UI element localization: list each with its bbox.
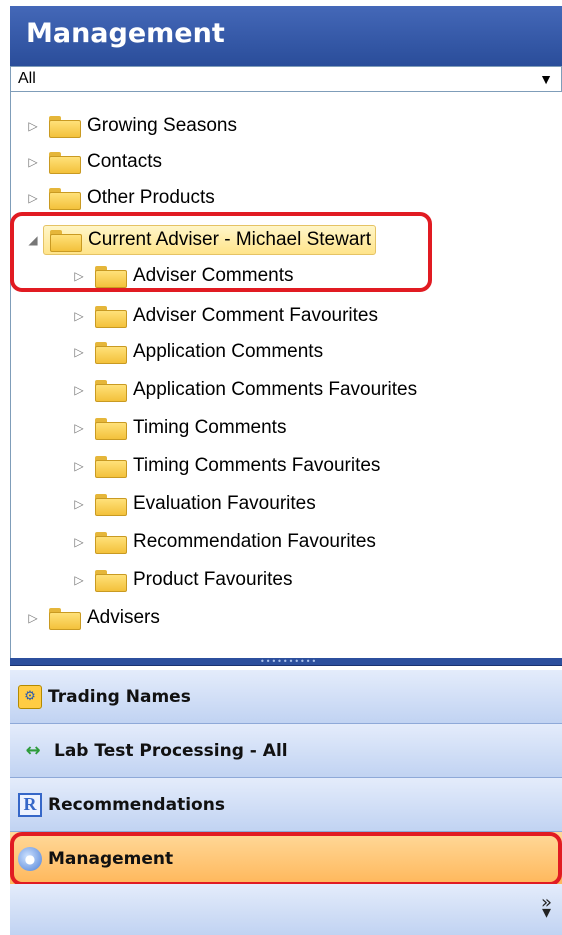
- management-tree: ▷ Growing Seasons ▷ Contacts ▷ Other Pro…: [10, 92, 562, 658]
- expand-icon[interactable]: ▷: [23, 116, 43, 136]
- tree-item-label: Current Adviser - Michael Stewart: [88, 229, 371, 250]
- chevron-down-icon[interactable]: ▼: [539, 67, 553, 91]
- nav-trading-names[interactable]: ⚙ Trading Names: [10, 670, 562, 724]
- expand-icon[interactable]: ▷: [69, 532, 89, 552]
- folder-icon: [49, 608, 81, 630]
- folder-icon: [95, 532, 127, 554]
- tree-item-evaluation-favourites[interactable]: ▷ Evaluation Favourites: [69, 486, 316, 522]
- tree-item-adviser-comments[interactable]: ▷ Adviser Comments: [69, 258, 294, 294]
- navigation-footer: » ▾: [10, 884, 562, 935]
- expand-icon[interactable]: ▷: [69, 342, 89, 362]
- folder-icon: [49, 152, 81, 174]
- panel-header-title: Management: [10, 6, 562, 66]
- expand-icon[interactable]: ▷: [23, 188, 43, 208]
- folder-icon: [95, 456, 127, 478]
- folder-icon: [95, 418, 127, 440]
- expand-icon[interactable]: ▷: [69, 494, 89, 514]
- nav-recommendations[interactable]: R Recommendations: [10, 778, 562, 832]
- folder-icon: [49, 116, 81, 138]
- tree-item-application-comments[interactable]: ▷ Application Comments: [69, 334, 323, 370]
- tree-item-label: Product Favourites: [133, 569, 293, 590]
- filter-value: All: [18, 70, 36, 87]
- tree-item-label: Adviser Comment Favourites: [133, 305, 378, 326]
- tree-item-label: Contacts: [87, 151, 162, 172]
- tree-item-timing-comments[interactable]: ▷ Timing Comments: [69, 410, 286, 446]
- nav-label: Recommendations: [48, 794, 225, 815]
- tree-item-product-favourites[interactable]: ▷ Product Favourites: [69, 562, 292, 598]
- tree-item-label: Timing Comments: [133, 417, 287, 438]
- tree-item-advisers[interactable]: ▷ Advisers: [23, 600, 160, 636]
- expand-icon[interactable]: ▷: [23, 608, 43, 628]
- folder-icon: [95, 306, 127, 328]
- open-folder-icon: [50, 230, 82, 252]
- tree-item-growing-seasons[interactable]: ▷ Growing Seasons: [23, 108, 237, 144]
- overflow-chevron-icon[interactable]: » ▾: [541, 894, 552, 922]
- tree-item-label: Application Comments: [133, 341, 324, 362]
- nav-label: Trading Names: [48, 686, 191, 707]
- nav-management[interactable]: ● Management: [10, 832, 562, 886]
- folder-icon: [95, 266, 127, 288]
- tree-item-contacts[interactable]: ▷ Contacts: [23, 144, 162, 180]
- expand-icon[interactable]: ▷: [69, 380, 89, 400]
- tree-item-label: Advisers: [87, 607, 160, 628]
- tree-item-label: Other Products: [87, 187, 215, 208]
- nav-label: Management: [48, 848, 174, 869]
- tree-item-other-products[interactable]: ▷ Other Products: [23, 180, 215, 216]
- expand-icon[interactable]: ▷: [69, 306, 89, 326]
- expand-icon[interactable]: ▷: [69, 266, 89, 286]
- folder-icon: [95, 570, 127, 592]
- expand-icon[interactable]: ▷: [69, 570, 89, 590]
- tree-item-recommendation-favourites[interactable]: ▷ Recommendation Favourites: [69, 524, 376, 560]
- tree-item-adviser-comment-favourites[interactable]: ▷ Adviser Comment Favourites: [69, 298, 378, 334]
- filter-dropdown[interactable]: All ▼: [10, 66, 562, 92]
- recommendations-icon: R: [18, 792, 42, 817]
- nav-lab-test-processing[interactable]: ↔ Lab Test Processing - All: [10, 724, 562, 778]
- management-icon: ●: [18, 846, 42, 871]
- lab-test-icon: ↔: [25, 740, 41, 761]
- trading-names-icon: ⚙: [18, 684, 42, 709]
- grip-icon: ••••••••••: [260, 657, 318, 666]
- collapse-icon[interactable]: ◢: [23, 230, 43, 250]
- tree-item-label: Application Comments Favourites: [133, 379, 418, 400]
- folder-icon: [49, 188, 81, 210]
- expand-icon[interactable]: ▷: [69, 418, 89, 438]
- tree-item-label: Recommendation Favourites: [133, 531, 376, 552]
- tree-item-label: Timing Comments Favourites: [133, 455, 381, 476]
- folder-icon: [95, 380, 127, 402]
- folder-icon: [95, 494, 127, 516]
- tree-item-label: Adviser Comments: [133, 265, 294, 286]
- panel-splitter[interactable]: ••••••••••: [10, 658, 562, 666]
- tree-item-label: Growing Seasons: [87, 115, 237, 136]
- folder-icon: [95, 342, 127, 364]
- tree-item-label: Evaluation Favourites: [133, 493, 316, 514]
- nav-label: Lab Test Processing - All: [54, 740, 288, 761]
- expand-icon[interactable]: ▷: [23, 152, 43, 172]
- expand-icon[interactable]: ▷: [69, 456, 89, 476]
- tree-item-timing-comments-favourites[interactable]: ▷ Timing Comments Favourites: [69, 448, 380, 484]
- tree-item-application-comments-favourites[interactable]: ▷ Application Comments Favourites: [69, 372, 417, 408]
- tree-item-current-adviser[interactable]: ◢ Current Adviser - Michael Stewart: [23, 222, 376, 258]
